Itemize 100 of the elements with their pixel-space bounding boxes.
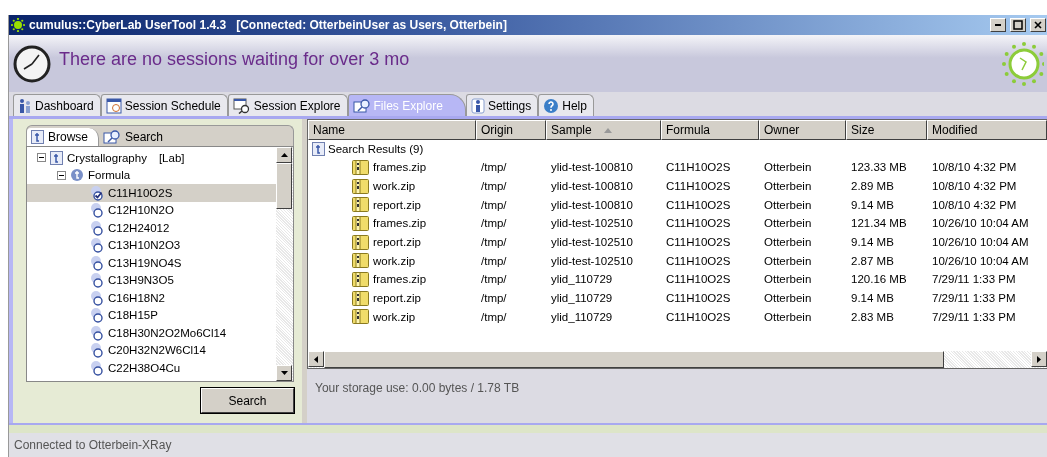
table-cell: ylid-test-100810: [551, 180, 633, 193]
column-header[interactable]: Owner: [759, 120, 846, 140]
collapse-icon[interactable]: [37, 153, 46, 163]
table-cell: Otterbein: [764, 236, 812, 249]
table-cell: /tmp/: [481, 273, 507, 286]
column-header[interactable]: Modified: [927, 120, 1047, 140]
table-cell: 10/8/10 4:32 PM: [932, 198, 1017, 211]
info-circle-icon: [70, 168, 84, 183]
table-cell: work.zip: [373, 310, 416, 323]
scroll-down-icon[interactable]: [280, 371, 288, 375]
column-header[interactable]: Sample: [546, 120, 661, 140]
scroll-left-icon[interactable]: [314, 355, 318, 363]
tree-item[interactable]: C13H9N3O5: [27, 271, 276, 289]
table-cell: /tmp/: [481, 310, 507, 323]
tree-item[interactable]: C22H38O4Cu: [27, 359, 276, 377]
table-cell: 9.14 MB: [851, 292, 894, 305]
horizontal-scrollbar[interactable]: [308, 351, 1047, 368]
table-cell: Otterbein: [764, 180, 812, 193]
tree-item[interactable]: Formula: [88, 169, 131, 182]
sort-ascending-icon: [603, 127, 612, 133]
collapse-icon[interactable]: [57, 170, 66, 180]
tree-item[interactable]: C12H10N2O: [27, 201, 276, 219]
zip-folder-icon: [352, 271, 369, 287]
column-header[interactable]: Name: [308, 120, 476, 140]
window-title: cumulus::CyberLab UserTool 1.4.3 [Connected: OtterbeinUser as Users, Otterbein]: [29, 18, 508, 32]
column-header[interactable]: Formula: [661, 120, 759, 140]
circle-icon: [89, 254, 105, 271]
tree-item[interactable]: C13H19NO4S: [27, 254, 276, 272]
zip-folder-icon: [352, 253, 369, 269]
atom-icon: [11, 18, 25, 32]
zip-folder-icon: [352, 234, 369, 250]
table-cell: 10/26/10 10:04 AM: [932, 217, 1029, 230]
tree-item[interactable]: C18H15P: [27, 306, 276, 324]
table-cell: 9.14 MB: [851, 198, 894, 211]
circle-icon: [89, 342, 105, 359]
tree-item[interactable]: Crystallography: [67, 151, 147, 164]
tab[interactable]: Settings: [465, 94, 539, 116]
minimize-icon: [995, 24, 1001, 26]
table-cell: C11H10O2S: [666, 273, 731, 286]
tab[interactable]: Help: [538, 94, 594, 116]
column-header[interactable]: Size: [846, 120, 927, 140]
search-button[interactable]: Search: [201, 388, 294, 413]
table-cell: ylid-test-100810: [551, 198, 633, 211]
calendar-icon: [105, 97, 122, 114]
tree-item-tag: [Lab]: [158, 151, 185, 164]
tree-item[interactable]: C16H18N2: [27, 289, 276, 307]
tree-item[interactable]: C12H24012: [27, 219, 276, 237]
scrollbar-thumb[interactable]: [276, 163, 292, 209]
table-cell: Otterbein: [764, 310, 812, 323]
table-cell: 121.34 MB: [851, 217, 907, 230]
table-cell: ylid-test-102510: [551, 217, 633, 230]
scroll-up-icon[interactable]: [280, 153, 288, 157]
zip-folder-icon: [352, 290, 369, 306]
table-cell: Otterbein: [764, 292, 812, 305]
table-cell: Otterbein: [764, 198, 812, 211]
table-cell: C11H10O2S: [666, 180, 731, 193]
circle-icon: [89, 359, 105, 376]
person-icon: [470, 97, 485, 114]
tree-item[interactable]: C13H10N2O3: [27, 236, 276, 254]
zip-folder-icon: [352, 178, 369, 194]
table-cell: /tmp/: [481, 236, 507, 249]
zip-folder-icon: [352, 309, 369, 325]
scrollbar-thumb[interactable]: [324, 351, 944, 368]
document-icon: [31, 130, 44, 144]
table-cell: 7/29/11 1:33 PM: [932, 292, 1016, 305]
circle-icon: [89, 202, 105, 219]
tab[interactable]: Session Schedule: [100, 94, 228, 116]
tab[interactable]: Session Explore: [227, 94, 348, 116]
help-icon: [543, 97, 560, 114]
maximize-button[interactable]: [1010, 18, 1026, 32]
tree-item[interactable]: C20H32N2W6Cl14: [27, 341, 276, 359]
close-button[interactable]: [1030, 18, 1046, 32]
table-cell: Otterbein: [764, 273, 812, 286]
scroll-right-icon[interactable]: [1037, 355, 1041, 363]
status-text: Connected to Otterbein-XRay: [14, 438, 172, 452]
column-header[interactable]: Origin: [476, 120, 546, 140]
table-cell: ylid-test-100810: [551, 161, 633, 174]
tree-item[interactable]: C11H10O2S: [27, 184, 276, 202]
result-group[interactable]: Search Results (9): [328, 143, 424, 155]
table-cell: report.zip: [373, 198, 421, 211]
table-cell: /tmp/: [481, 217, 507, 230]
panel-tab[interactable]: Browse: [27, 128, 99, 146]
table-cell: 10/26/10 10:04 AM: [932, 254, 1029, 267]
table-cell: 2.83 MB: [851, 310, 894, 323]
table-cell: report.zip: [373, 292, 421, 305]
checked-icon: [89, 184, 105, 201]
tab[interactable]: Dashboard: [13, 94, 101, 116]
tree-item[interactable]: C18H30N2O2Mo6Cl14: [27, 324, 276, 342]
table-cell: report.zip: [373, 236, 421, 249]
close-icon: [1033, 20, 1043, 30]
vertical-scrollbar[interactable]: [276, 147, 293, 381]
table-cell: 2.87 MB: [851, 254, 894, 267]
document-icon: [50, 150, 63, 165]
table-cell: C11H10O2S: [666, 161, 731, 174]
circle-icon: [89, 289, 105, 306]
table-cell: ylid-test-102510: [551, 254, 633, 267]
notification-message: There are no sessions waiting for over 3 mo: [59, 49, 411, 70]
circle-icon: [89, 307, 105, 324]
table-cell: frames.zip: [373, 273, 427, 286]
minimize-button[interactable]: [990, 18, 1006, 32]
